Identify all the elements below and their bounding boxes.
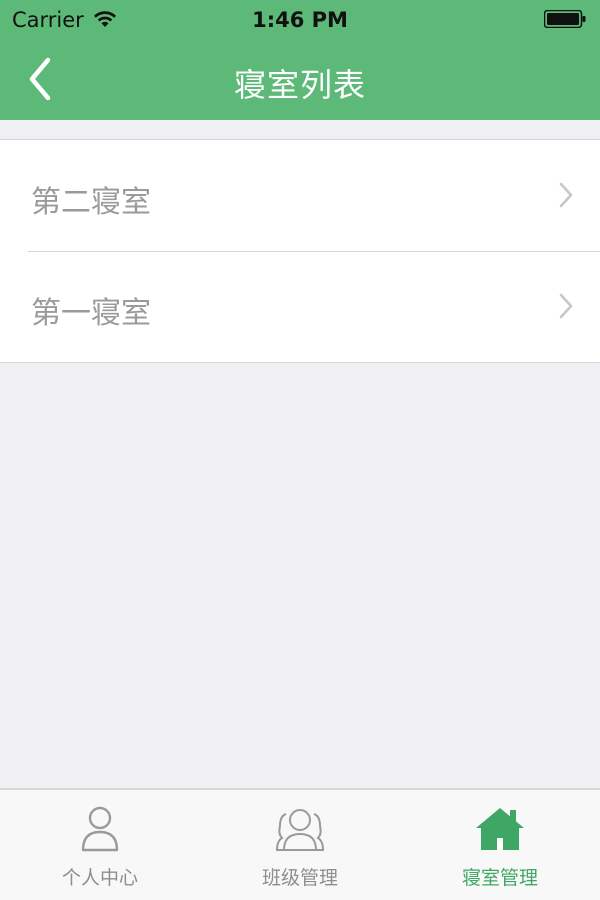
battery-icon [544, 10, 586, 28]
clock: 1:46 PM [252, 8, 348, 32]
house-icon [476, 808, 524, 850]
tab-label: 个人中心 [61, 867, 138, 889]
list-item-dorm-2[interactable]: 第二寝室 [0, 140, 600, 251]
page-title: 寝室列表 [233, 66, 366, 104]
status-bar: Carrier 1:46 PM [0, 0, 600, 40]
tab-label: 寝室管理 [461, 867, 538, 889]
group-icon [275, 809, 325, 851]
tab-label: 班级管理 [261, 867, 338, 889]
navigation-bar: 寝室列表 [0, 40, 600, 120]
person-icon [81, 806, 119, 852]
app-screen: Carrier 1:46 PM 寝室列表 第二寝室 第一寝室 个人中心 班级管理… [0, 0, 600, 900]
list-item-label: 第二寝室 [31, 185, 151, 220]
tab-personal-center[interactable]: 个人中心 [0, 790, 200, 900]
dorm-list: 第二寝室 第一寝室 [0, 139, 600, 363]
chevron-right-icon [559, 293, 573, 319]
chevron-right-icon [559, 182, 573, 208]
list-item-dorm-1[interactable]: 第一寝室 [0, 251, 600, 362]
tab-dorm-management[interactable]: 寝室管理 [400, 790, 600, 900]
list-item-label: 第一寝室 [31, 296, 151, 331]
tab-class-management[interactable]: 班级管理 [200, 790, 400, 900]
tab-bar: 个人中心 班级管理 寝室管理 [0, 788, 600, 900]
